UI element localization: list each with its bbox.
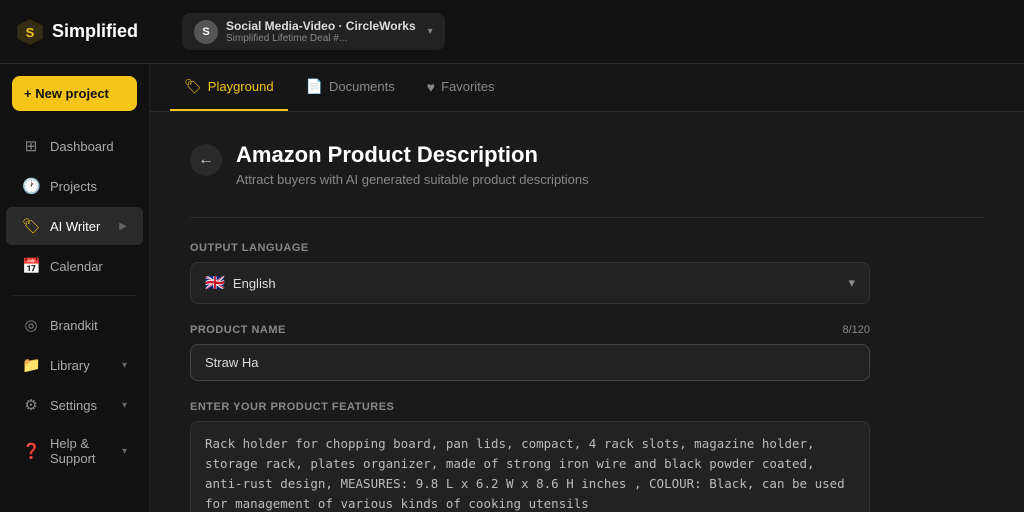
sidebar-item-library-label: Library xyxy=(50,358,90,373)
language-select[interactable]: 🇬🇧 English ▾ xyxy=(190,262,870,304)
sidebar-item-brandkit-label: Brandkit xyxy=(50,318,98,333)
tab-documents[interactable]: 📄 Documents xyxy=(292,64,409,111)
sidebar-divider xyxy=(12,295,137,296)
product-name-label-row: PRODUCT NAME 8/120 xyxy=(190,324,870,336)
workspace-name: Social Media-Video · CircleWorks xyxy=(226,19,416,33)
logo-icon: S xyxy=(16,18,44,46)
documents-tab-icon: 📄 xyxy=(306,78,323,95)
product-features-label: ENTER YOUR PRODUCT FEATURES xyxy=(190,401,870,413)
sidebar-item-settings-label: Settings xyxy=(50,398,97,413)
logo-area: S Simplified xyxy=(16,18,166,46)
tab-favorites[interactable]: ♥ Favorites xyxy=(413,64,509,111)
new-project-button[interactable]: + New project xyxy=(12,76,137,111)
language-value: English xyxy=(233,276,841,291)
workspace-info: Social Media-Video · CircleWorks Simplif… xyxy=(226,19,416,44)
form-section: OUTPUT LANGUAGE 🇬🇧 English ▾ PRODUCT NAM… xyxy=(190,242,870,512)
sidebar-item-calendar[interactable]: 📅 Calendar xyxy=(6,247,143,285)
product-name-label: PRODUCT NAME xyxy=(190,324,286,336)
tab-playground[interactable]: 🏷 Playground xyxy=(170,64,288,111)
language-flag: 🇬🇧 xyxy=(205,273,225,293)
sidebar-item-calendar-label: Calendar xyxy=(50,259,103,274)
sidebar-item-settings[interactable]: ⚙ Settings ▾ xyxy=(6,386,143,424)
page-title-block: Amazon Product Description Attract buyer… xyxy=(236,142,589,187)
ai-writer-chevron-icon: ▶ xyxy=(119,221,127,232)
favorites-tab-label: Favorites xyxy=(441,79,494,94)
sidebar-item-dashboard-label: Dashboard xyxy=(50,139,114,154)
sidebar-item-library[interactable]: 📁 Library ▾ xyxy=(6,346,143,384)
page-content: ← Amazon Product Description Attract buy… xyxy=(150,112,1024,512)
playground-tab-icon: 🏷 xyxy=(184,78,202,95)
sidebar-item-ai-writer-label: AI Writer xyxy=(50,219,100,234)
language-chevron-icon: ▾ xyxy=(848,275,855,291)
sidebar-item-ai-writer[interactable]: 🏷 AI Writer ▶ xyxy=(6,207,143,245)
sidebar-item-help-label: Help & Support xyxy=(50,436,112,466)
back-button[interactable]: ← xyxy=(190,144,222,176)
sidebar-item-projects[interactable]: 🕐 Projects xyxy=(6,167,143,205)
help-icon: ❓ xyxy=(22,442,40,460)
library-icon: 📁 xyxy=(22,356,40,374)
workspace-selector[interactable]: S Social Media-Video · CircleWorks Simpl… xyxy=(182,13,445,50)
sidebar: + New project ⊞ Dashboard 🕐 Projects 🏷 A… xyxy=(0,64,150,512)
back-icon: ← xyxy=(198,151,214,169)
dashboard-icon: ⊞ xyxy=(22,137,40,155)
ai-writer-icon: 🏷 xyxy=(22,217,40,235)
product-name-input[interactable] xyxy=(190,344,870,381)
sidebar-item-help[interactable]: ❓ Help & Support ▾ xyxy=(6,426,143,476)
separator xyxy=(190,217,984,218)
documents-tab-label: Documents xyxy=(329,79,395,94)
page-subtitle: Attract buyers with AI generated suitabl… xyxy=(236,172,589,187)
settings-chevron-icon: ▾ xyxy=(122,400,127,411)
main-layout: + New project ⊞ Dashboard 🕐 Projects 🏷 A… xyxy=(0,64,1024,512)
calendar-icon: 📅 xyxy=(22,257,40,275)
sidebar-item-brandkit[interactable]: ◎ Brandkit xyxy=(6,306,143,344)
sidebar-nav: ⊞ Dashboard 🕐 Projects 🏷 AI Writer ▶ 📅 C… xyxy=(0,127,149,500)
product-name-char-count: 8/120 xyxy=(842,324,870,336)
product-features-textarea[interactable]: Rack holder for chopping board, pan lids… xyxy=(190,421,870,512)
projects-icon: 🕐 xyxy=(22,177,40,195)
page-title: Amazon Product Description xyxy=(236,142,589,168)
library-chevron-icon: ▾ xyxy=(122,360,127,371)
brandkit-icon: ◎ xyxy=(22,316,40,334)
sidebar-item-dashboard[interactable]: ⊞ Dashboard xyxy=(6,127,143,165)
playground-tab-label: Playground xyxy=(208,79,274,94)
workspace-avatar: S xyxy=(194,20,218,44)
help-chevron-icon: ▾ xyxy=(122,446,127,457)
back-header: ← Amazon Product Description Attract buy… xyxy=(190,142,984,187)
top-bar: S Simplified S Social Media-Video · Circ… xyxy=(0,0,1024,64)
favorites-tab-icon: ♥ xyxy=(427,79,435,95)
workspace-sub: Simplified Lifetime Deal #... xyxy=(226,33,416,44)
workspace-chevron-icon: ▾ xyxy=(428,26,433,37)
svg-text:S: S xyxy=(26,25,35,40)
settings-icon: ⚙ xyxy=(22,396,40,414)
logo-text: Simplified xyxy=(52,21,138,42)
sidebar-item-projects-label: Projects xyxy=(50,179,97,194)
content-area: 🏷 Playground 📄 Documents ♥ Favorites ← A… xyxy=(150,64,1024,512)
tab-bar: 🏷 Playground 📄 Documents ♥ Favorites xyxy=(150,64,1024,112)
output-language-label: OUTPUT LANGUAGE xyxy=(190,242,870,254)
